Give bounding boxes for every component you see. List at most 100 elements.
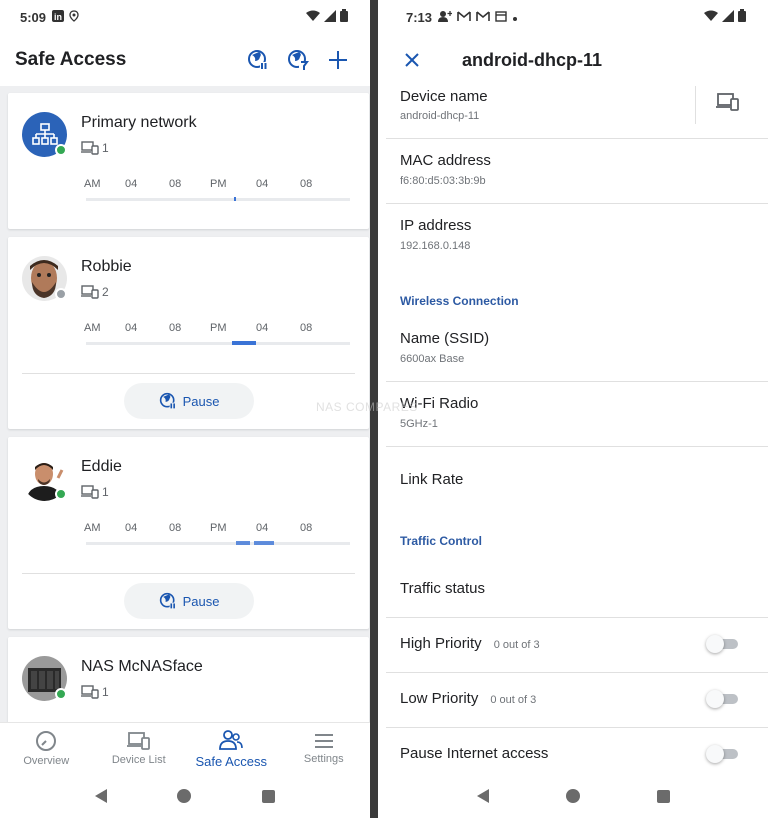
person-add-icon: [438, 10, 453, 25]
timeline-label: AM: [84, 178, 101, 190]
row-divider: [695, 86, 696, 124]
online-status-dot: [55, 144, 67, 156]
pause-internet-toggle[interactable]: [706, 745, 738, 763]
traffic-status-row[interactable]: Traffic status: [386, 560, 768, 618]
recents-icon[interactable]: [261, 789, 275, 803]
timeline-label: 08: [300, 522, 313, 534]
watermark: NAS COMPARES: [316, 400, 418, 414]
pause-label: Pause: [182, 593, 220, 609]
activity-bar: [254, 541, 274, 545]
device-name-row[interactable]: Device name android-dhcp-11: [386, 86, 768, 139]
timeline-track: [86, 342, 350, 345]
battery-icon: [340, 9, 348, 25]
pause-internet-label: Pause Internet access: [400, 745, 549, 762]
devices-icon: [81, 141, 99, 155]
profile-name: Robbie: [81, 258, 132, 275]
page-title: Safe Access: [15, 49, 127, 70]
mac-address-value: f6:80:d5:03:3b:9b: [400, 175, 486, 187]
nav-device-list[interactable]: Device List: [93, 723, 186, 774]
wifi-icon: [306, 10, 320, 25]
ssid-label: Name (SSID): [400, 330, 490, 347]
device-count: 1: [81, 685, 109, 699]
svg-text:in: in: [54, 12, 62, 22]
calendar-icon: [495, 10, 507, 25]
activity-bar: [232, 341, 256, 345]
profile-card-robbie[interactable]: Robbie 2 AM 04 08 PM 04 08 Pause: [8, 237, 369, 429]
nav-safe-access[interactable]: Safe Access: [185, 723, 278, 774]
profile-card-primary-network[interactable]: Primary network 1 AM 04 08 PM 04 08: [8, 93, 369, 229]
low-priority-count: 0 out of 3: [490, 694, 537, 706]
pause-label: Pause: [182, 393, 220, 409]
status-time: 7:13: [406, 9, 433, 25]
low-priority-row: Low Priority 0 out of 3: [386, 673, 768, 728]
status-bar: 7:13: [378, 0, 768, 34]
device-type-button[interactable]: [716, 92, 740, 117]
devices-icon: [81, 685, 99, 699]
card-divider: [22, 373, 355, 374]
devices-icon: [81, 285, 99, 299]
timeline-label: 08: [300, 322, 313, 334]
high-priority-toggle[interactable]: [706, 635, 738, 653]
link-rate-row: Link Rate: [386, 447, 768, 512]
activity-timeline: AM 04 08 PM 04 08: [84, 522, 350, 546]
plus-icon: [329, 51, 347, 69]
low-priority-toggle[interactable]: [706, 690, 738, 708]
system-navigation: [0, 774, 370, 818]
device-detail-screen: 7:13 android-dhcp-11 Device name android…: [378, 0, 768, 818]
devices-icon: [81, 485, 99, 499]
timeline-label: PM: [210, 522, 227, 534]
ip-address-row: IP address 192.168.0.148: [386, 204, 768, 269]
device-count-value: 1: [102, 685, 109, 699]
wireless-section-header: Wireless Connection: [400, 294, 519, 308]
profile-card-nas-mcnasface[interactable]: NAS McNASface 1: [8, 637, 369, 722]
globe-pause-button[interactable]: [238, 40, 278, 80]
timeline-track: [86, 542, 350, 545]
ssid-value: 6600ax Base: [400, 353, 465, 365]
notification-dot-icon: [512, 10, 518, 25]
recents-icon[interactable]: [656, 789, 670, 803]
pause-internet-row: Pause Internet access: [386, 728, 768, 778]
high-priority-label-group: High Priority 0 out of 3: [400, 635, 540, 652]
home-icon[interactable]: [565, 789, 580, 803]
link-rate-label: Link Rate: [400, 471, 464, 488]
activity-bar: [236, 541, 250, 545]
battery-icon: [738, 9, 746, 25]
device-count: 1: [81, 141, 109, 155]
low-priority-label: Low Priority: [400, 690, 479, 707]
device-count: 2: [81, 285, 109, 299]
ip-address-label: IP address: [400, 217, 472, 234]
globe-pause-icon: [248, 50, 267, 69]
timeline-label: PM: [210, 178, 227, 190]
back-icon[interactable]: [476, 789, 489, 803]
device-name-value: android-dhcp-11: [400, 110, 480, 122]
device-count-value: 2: [102, 285, 109, 299]
home-icon[interactable]: [177, 789, 192, 803]
nav-overview[interactable]: Overview: [0, 723, 93, 774]
wifi-radio-row: Wi-Fi Radio 5GHz-1: [386, 382, 768, 447]
gauge-icon: [36, 731, 57, 751]
profile-card-eddie[interactable]: Eddie 1 AM 04 08 PM 04 08 Pause: [8, 437, 369, 629]
timeline-label: 08: [300, 178, 313, 190]
back-icon[interactable]: [95, 789, 108, 803]
globe-schedule-button[interactable]: [278, 40, 318, 80]
close-button[interactable]: [400, 48, 424, 72]
pause-button[interactable]: Pause: [124, 383, 254, 419]
high-priority-count: 0 out of 3: [493, 639, 540, 651]
device-count: 1: [81, 485, 109, 499]
pause-button[interactable]: Pause: [124, 583, 254, 619]
add-profile-button[interactable]: [318, 40, 358, 80]
mac-address-label: MAC address: [400, 152, 491, 169]
detail-app-bar: android-dhcp-11: [378, 34, 768, 86]
nav-settings[interactable]: Settings: [278, 723, 371, 774]
nav-label: Safe Access: [195, 753, 268, 769]
online-status-dot: [55, 688, 67, 700]
safe-access-screen: 5:09 in Safe Access Primary network 1 AM…: [0, 0, 370, 818]
profile-name: NAS McNASface: [81, 658, 203, 675]
activity-timeline: AM 04 08 PM 04 08: [84, 322, 350, 346]
linkedin-icon: in: [52, 9, 65, 25]
profile-list[interactable]: Primary network 1 AM 04 08 PM 04 08 Robb…: [0, 86, 370, 722]
app-bar: Safe Access: [0, 34, 370, 86]
activity-bar: [234, 197, 236, 201]
timeline-label: 04: [125, 522, 138, 534]
globe-pause-icon: [159, 592, 175, 609]
